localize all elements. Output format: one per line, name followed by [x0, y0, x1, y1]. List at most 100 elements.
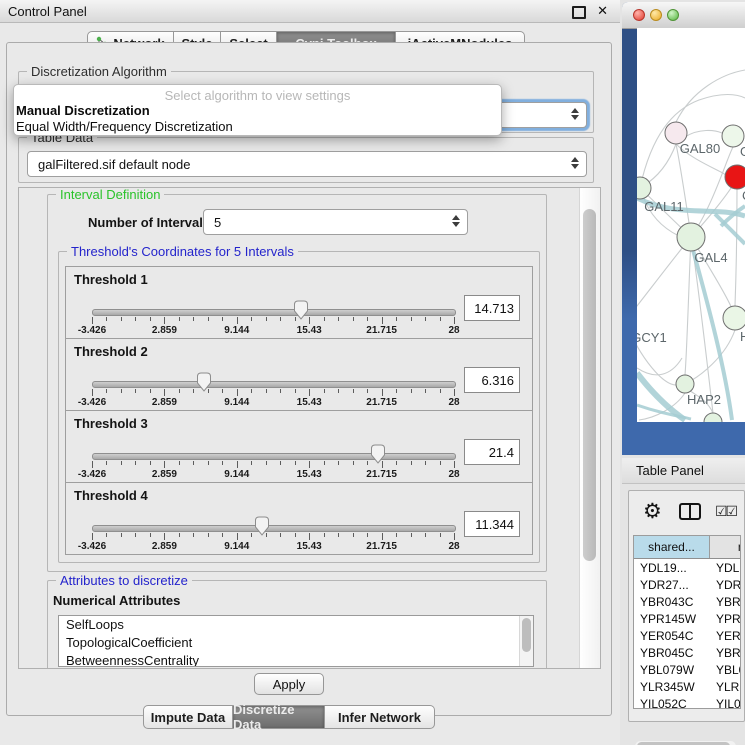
list-item-selfloops[interactable]: SelfLoops — [59, 616, 533, 634]
table-cell: YBR0 — [710, 595, 741, 609]
network-graph: GAL80GAL11GAL4GCY1HAP2GCH — [637, 28, 745, 422]
close-icon[interactable]: ✕ — [597, 3, 608, 19]
network-node-edge-node[interactable] — [704, 413, 722, 422]
settings-scrollbar-thumb[interactable] — [583, 209, 596, 561]
slider-thumb[interactable] — [254, 516, 270, 536]
slider-tick — [309, 461, 310, 468]
slider-tick — [92, 317, 93, 324]
slider-tick — [353, 533, 354, 537]
slider-track[interactable] — [92, 453, 456, 460]
slider-thumb[interactable] — [196, 372, 212, 392]
slider-scale-label: -3.426 — [78, 541, 106, 552]
float-window-icon[interactable] — [572, 6, 586, 19]
slider-tick — [164, 317, 165, 324]
node-table[interactable]: shared...na YDL19...YDL1YDR27...YDR2YBR0… — [633, 535, 741, 709]
threshold-value-field[interactable]: 21.4 — [464, 439, 520, 465]
node-label-gal11: GAL11 — [644, 199, 684, 214]
slider-tick — [266, 533, 267, 537]
slider-track[interactable] — [92, 309, 456, 316]
slider-thumb[interactable] — [370, 444, 386, 464]
network-node-gal11-node[interactable] — [637, 177, 651, 199]
column-header-na[interactable]: na — [710, 536, 741, 558]
checkbox-icons[interactable]: ☑☑ — [715, 503, 736, 520]
table-cell: YIL0 — [710, 697, 741, 710]
node-label-g: G — [740, 144, 745, 159]
list-scrollbar[interactable] — [519, 616, 533, 666]
slider-tick — [295, 533, 296, 537]
slider-tick — [251, 317, 252, 321]
threshold-value-field[interactable]: 6.316 — [464, 367, 520, 393]
bottom-tab-infer-network[interactable]: Infer Network — [325, 705, 435, 729]
apply-button[interactable]: Apply — [254, 673, 324, 695]
table-cell: YIL052C — [634, 697, 710, 710]
table-row[interactable]: YBR045CYBR0 — [634, 644, 740, 661]
network-node-selected-red-node[interactable] — [725, 165, 745, 189]
bottom-tab-impute-data[interactable]: Impute Data — [143, 705, 233, 729]
gear-icon[interactable]: ⚙ — [643, 499, 662, 524]
panel-title: Control Panel — [8, 4, 87, 19]
threshold-value-field[interactable]: 14.713 — [464, 295, 520, 321]
network-canvas[interactable]: GAL80GAL11GAL4GCY1HAP2GCH — [637, 28, 745, 422]
table-row[interactable]: YBR043CYBR0 — [634, 593, 740, 610]
slider-tick — [92, 533, 93, 540]
network-node-h-node[interactable] — [723, 306, 745, 330]
bottom-tab-discretize-data[interactable]: Discretize Data — [233, 705, 325, 729]
node-label-hap2: HAP2 — [687, 392, 721, 407]
table-row[interactable]: YER054CYER0 — [634, 627, 740, 644]
table-h-scrollbar[interactable] — [635, 741, 736, 745]
table-panel-toolbar: ⚙ ☑☑ — [629, 491, 744, 533]
table-rows: YDL19...YDL1YDR27...YDR2YBR043CYBR0YPR14… — [634, 559, 740, 709]
table-data-combobox[interactable]: galFiltered.sif default node — [27, 151, 587, 177]
table-row[interactable]: YIL052CYIL0 — [634, 695, 740, 709]
slider-tick — [382, 389, 383, 396]
slider-scale-label: 9.144 — [224, 541, 249, 552]
slider-tick — [411, 461, 412, 465]
table-cell: YBR045C — [634, 646, 710, 660]
dropdown-option-manual-discretization[interactable]: Manual Discretization — [14, 103, 501, 119]
slider-scale-label: 15.43 — [297, 397, 322, 408]
column-header-shared-[interactable]: shared... — [634, 536, 710, 558]
numerical-attributes-list[interactable]: SelfLoopsTopologicalCoefficientBetweenne… — [58, 615, 534, 667]
slider-tick — [208, 389, 209, 393]
list-item-betweennesscentrality[interactable]: BetweennessCentrality — [59, 652, 533, 667]
slider-tick — [280, 389, 281, 393]
list-scrollbar-thumb[interactable] — [522, 618, 531, 652]
slider-tick — [150, 389, 151, 393]
zoom-traffic-light[interactable] — [667, 9, 679, 21]
table-cell: YBL0 — [710, 663, 741, 677]
table-row[interactable]: YDL19...YDL1 — [634, 559, 740, 576]
slider-tick — [280, 533, 281, 537]
table-row[interactable]: YPR145WYPR1 — [634, 610, 740, 627]
settings-scrollbar[interactable] — [579, 188, 600, 668]
slider-tick — [106, 317, 107, 321]
slider-tick — [295, 317, 296, 321]
minimize-traffic-light[interactable] — [650, 9, 662, 21]
table-panel-title: Table Panel — [636, 463, 704, 478]
network-node-gal4-node[interactable] — [677, 223, 705, 251]
slider-scale-label: 28 — [448, 397, 459, 408]
combo-spinner-icon — [571, 108, 579, 120]
node-label-h: H — [740, 329, 745, 344]
table-row[interactable]: YBL079WYBL0 — [634, 661, 740, 678]
dropdown-option-equal-width-frequency-discretization[interactable]: Equal Width/Frequency Discretization — [14, 119, 501, 135]
threshold-value-field[interactable]: 11.344 — [464, 511, 520, 537]
close-traffic-light[interactable] — [633, 9, 645, 21]
network-node-hap2-node[interactable] — [676, 375, 694, 393]
slider-track[interactable] — [92, 381, 456, 388]
slider-tick — [179, 533, 180, 537]
slider-tick — [367, 317, 368, 321]
slider-track[interactable] — [92, 525, 456, 532]
split-columns-icon[interactable] — [679, 503, 701, 520]
slider-tick — [179, 389, 180, 393]
slider-tick — [425, 389, 426, 393]
slider-tick — [92, 461, 93, 468]
slider-tick — [208, 317, 209, 321]
table-cell: YBL079W — [634, 663, 710, 677]
slider-tick — [164, 461, 165, 468]
table-row[interactable]: YDR27...YDR2 — [634, 576, 740, 593]
num-intervals-combobox[interactable]: 5 — [203, 209, 468, 235]
bottom-tab-label: Impute Data — [151, 710, 225, 725]
list-item-topologicalcoefficient[interactable]: TopologicalCoefficient — [59, 634, 533, 652]
threshold-panel-threshold-3: Threshold 3-3.4262.8599.14415.4321.71528… — [65, 410, 533, 483]
table-row[interactable]: YLR345WYLR3 — [634, 678, 740, 695]
